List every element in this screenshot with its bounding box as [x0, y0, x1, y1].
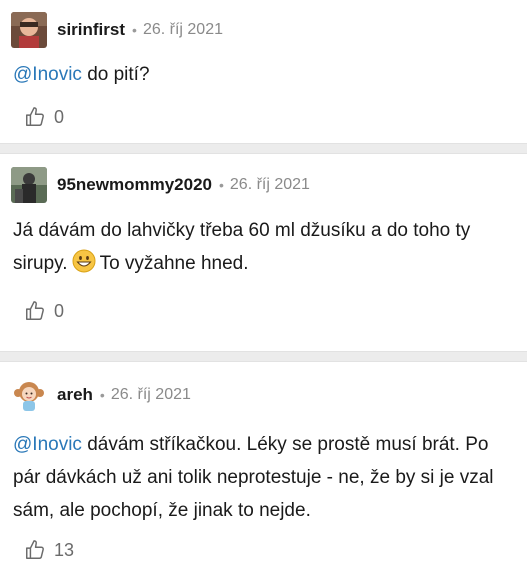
thumbs-up-icon: [26, 301, 44, 320]
grinning-face-emoji-icon: [72, 249, 96, 284]
meta-separator: •: [99, 387, 105, 403]
comment-item: sirinfirst • 26. říj 2021 @Inovic do pit…: [0, 0, 527, 143]
comment-item: areh • 26. říj 2021 @Inovic dávám stříka…: [0, 362, 527, 572]
avatar[interactable]: [11, 12, 47, 48]
comment-body-end: To vyžahne hned.: [99, 253, 249, 274]
comment-divider: [0, 351, 527, 362]
like-count: 13: [54, 539, 75, 560]
username[interactable]: 95newmommy2020: [57, 175, 212, 195]
thumbs-up-icon: [26, 540, 44, 559]
comment-body: do pití?: [81, 64, 150, 85]
like-count: 0: [54, 300, 65, 321]
user-photo-avatar-icon: [11, 12, 47, 48]
comment-body: dávám stříkačkou. Léky se prostě musí br…: [13, 434, 494, 521]
avatar[interactable]: [11, 167, 47, 203]
comment-divider: [0, 143, 527, 154]
user-photo-avatar-icon: [11, 167, 47, 203]
username[interactable]: sirinfirst: [57, 20, 125, 40]
comment-text: Já dávám do lahvičky třeba 60 ml džusíku…: [13, 214, 515, 284]
meta-separator: •: [132, 22, 137, 38]
comment-date: 26. říj 2021: [110, 386, 191, 403]
thumbs-up-icon: [26, 107, 44, 126]
comment-header: 95newmommy2020 • 26. říj 2021: [11, 166, 310, 204]
comment-date: 26. říj 2021: [229, 176, 310, 193]
comment-date: 26. říj 2021: [142, 21, 223, 38]
like-button[interactable]: 0: [24, 106, 64, 128]
like-button[interactable]: 13: [24, 539, 74, 561]
comment-text: @Inovic dávám stříkačkou. Léky se prostě…: [13, 428, 515, 527]
comment-header: sirinfirst • 26. říj 2021: [11, 11, 223, 49]
comment-text: @Inovic do pití?: [13, 58, 515, 91]
like-button[interactable]: 0: [24, 300, 64, 322]
mention-link[interactable]: @Inovic: [13, 64, 82, 85]
comment-header: areh • 26. říj 2021: [11, 376, 191, 414]
username[interactable]: areh: [57, 385, 93, 405]
avatar[interactable]: [11, 377, 47, 413]
mention-link[interactable]: @Inovic: [13, 434, 82, 455]
like-count: 0: [54, 106, 65, 127]
cartoon-girl-avatar-icon: [11, 377, 47, 413]
meta-separator: •: [218, 177, 224, 193]
comment-item: 95newmommy2020 • 26. říj 2021 Já dávám d…: [0, 154, 527, 351]
